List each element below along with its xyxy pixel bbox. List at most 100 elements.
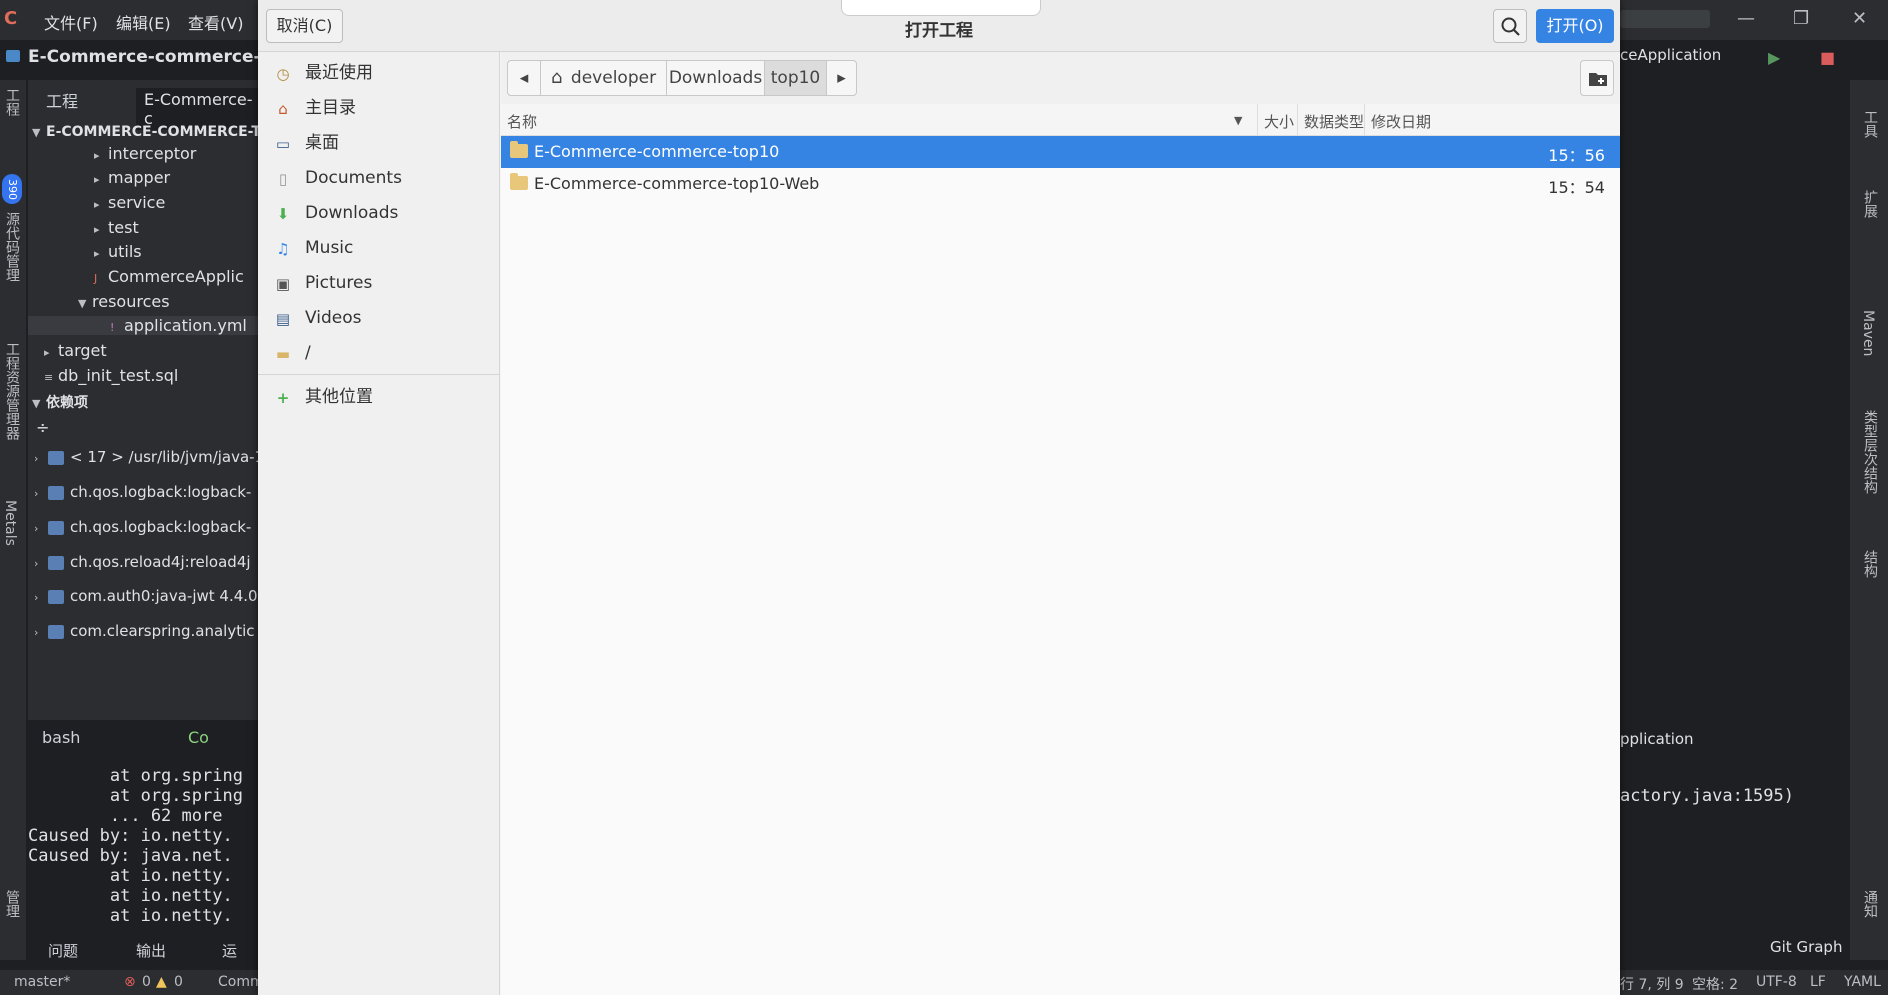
bottom-tab-problems[interactable]: 问题: [48, 940, 78, 961]
place-label: 最近使用: [305, 63, 373, 83]
path-segment-downloads[interactable]: Downloads: [666, 60, 765, 96]
minimize-icon[interactable]: —: [1737, 8, 1755, 29]
terminal-line: at org.spring: [28, 786, 243, 806]
menu-view[interactable]: 查看(V): [188, 10, 243, 34]
file-name: E-Commerce-commerce-top10: [534, 142, 780, 161]
warning-count[interactable]: 0: [174, 974, 183, 990]
strip-explorer[interactable]: 工程资源管理器: [2, 342, 22, 440]
bottom-tab-run[interactable]: 运: [222, 940, 237, 961]
place-desktop[interactable]: ▭ 桌面: [258, 126, 500, 161]
dep-item[interactable]: › com.auth0:java-jwt 4.4.0: [34, 587, 258, 605]
place-root[interactable]: ▬ /: [258, 336, 500, 371]
strip-structure[interactable]: 结构: [1860, 550, 1880, 578]
column-modified[interactable]: 修改日期: [1371, 111, 1431, 132]
document-icon: ▯: [278, 170, 288, 188]
dep-item[interactable]: › ch.qos.logback:logback-: [34, 518, 251, 536]
terminal-line: at io.netty.: [28, 906, 233, 926]
file-language[interactable]: YAML: [1844, 974, 1881, 990]
dep-item[interactable]: › com.clearspring.analytic: [34, 622, 255, 640]
strip-hierarchy[interactable]: 类型层次结构: [1860, 410, 1880, 494]
tool-tab-project[interactable]: 工程: [46, 88, 78, 112]
path-segment-developer[interactable]: ⌂ developer: [540, 60, 667, 96]
tree-item-mapper[interactable]: ▸ mapper: [94, 168, 170, 187]
search-field[interactable]: [1620, 10, 1710, 28]
dep-item[interactable]: › ch.qos.logback:logback-: [34, 483, 251, 501]
place-downloads[interactable]: ⬇ Downloads: [258, 196, 500, 231]
path-forward-button[interactable]: ▸: [826, 60, 857, 96]
column-name[interactable]: 名称: [507, 111, 537, 132]
places-sidebar: ◷ 最近使用 ⌂ 主目录 ▭ 桌面 ▯ Documents ⬇ Downloads ♫ Mu…: [258, 52, 500, 995]
sort-descending-icon[interactable]: ▼: [1234, 114, 1242, 127]
run-config-select[interactable]: ceApplication: [1620, 46, 1721, 64]
restore-icon[interactable]: ❐: [1793, 8, 1809, 29]
indent-spaces[interactable]: 空格: 2: [1692, 974, 1738, 994]
git-graph-button[interactable]: Git Graph: [1770, 938, 1842, 956]
tree-item-interceptor[interactable]: ▸ interceptor: [94, 144, 196, 163]
tree-item-target[interactable]: ▸ target: [44, 341, 107, 360]
place-home[interactable]: ⌂ 主目录: [258, 91, 500, 126]
strip-scm[interactable]: 源代码管理: [2, 212, 22, 282]
project-title-bar: E-Commerce-commerce-top1: [0, 44, 262, 74]
strip-notifications[interactable]: 通知: [1860, 890, 1880, 918]
cursor-position[interactable]: 行 7, 列 9: [1620, 974, 1684, 994]
strip-metals[interactable]: Metals: [2, 500, 18, 546]
tree-item-application-yml[interactable]: ! application.yml: [28, 316, 262, 335]
place-other-locations[interactable]: + 其他位置: [258, 380, 500, 415]
tree-root[interactable]: ▼ E-COMMERCE-COMMERCE-TOP: [32, 124, 262, 140]
menu-file[interactable]: 文件(F): [44, 10, 98, 34]
file-row[interactable]: E-Commerce-commerce-top10-Web 15：54: [501, 168, 1620, 200]
file-encoding[interactable]: UTF-8: [1756, 974, 1797, 990]
menu-edit[interactable]: 编辑(E): [116, 10, 171, 34]
column-divider: [1364, 104, 1365, 136]
open-button[interactable]: 打开(O): [1536, 9, 1614, 43]
collapse-icon[interactable]: ÷: [36, 418, 49, 437]
stop-icon[interactable]: ■: [1820, 48, 1835, 67]
path-back-button[interactable]: ◂: [507, 60, 541, 96]
column-divider: [1257, 104, 1258, 136]
strip-extensions[interactable]: 扩展: [1860, 190, 1880, 218]
tree-item-application-class[interactable]: J CommerceApplic: [94, 267, 244, 286]
drag-handle[interactable]: [841, 0, 1041, 16]
deps-header[interactable]: ▼ 依赖项: [32, 392, 88, 412]
tree-item-utils[interactable]: ▸ utils: [94, 242, 142, 261]
terminal-line: at io.netty.: [28, 866, 233, 886]
close-window-icon[interactable]: ✕: [1852, 8, 1867, 29]
place-videos[interactable]: ▤ Videos: [258, 301, 500, 336]
file-row[interactable]: E-Commerce-commerce-top10 15：56: [501, 136, 1620, 168]
right-tool-strip: 工具 扩展 Maven 类型层次结构 结构 通知: [1850, 80, 1888, 960]
dep-item[interactable]: › ch.qos.reload4j:reload4j: [34, 553, 251, 571]
terminal-tab-bash[interactable]: bash: [42, 728, 80, 747]
path-segment-top10[interactable]: top10: [764, 60, 827, 96]
place-label: Videos: [305, 308, 362, 328]
line-ending[interactable]: LF: [1810, 974, 1826, 990]
place-pictures[interactable]: ▣ Pictures: [258, 266, 500, 301]
bottom-tab-output[interactable]: 输出: [136, 940, 166, 961]
strip-maven[interactable]: Maven: [1860, 310, 1876, 356]
tree-item-test[interactable]: ▸ test: [94, 218, 139, 237]
project-title: E-Commerce-commerce-top1: [28, 47, 262, 67]
left-tool-strip: 工程 390 源代码管理 工程资源管理器 Metals 管理: [0, 80, 26, 960]
tree-item-sql[interactable]: ≡ db_init_test.sql: [44, 366, 178, 385]
tree-item-service[interactable]: ▸ service: [94, 193, 165, 212]
terminal-line: ... 62 more: [28, 806, 223, 826]
new-folder-button[interactable]: [1580, 60, 1614, 96]
path-bar: ◂ ⌂ developer Downloads top10 ▸: [501, 52, 1620, 104]
place-recent[interactable]: ◷ 最近使用: [258, 56, 500, 91]
library-icon: [48, 485, 64, 500]
dep-item[interactable]: › < 17 > /usr/lib/jvm/java-1: [34, 448, 262, 466]
column-type[interactable]: 数据类型: [1304, 111, 1364, 132]
open-project-dialog: 取消(C) 打开工程 打开(O) ◷ 最近使用 ⌂ 主目录 ▭ 桌面 ▯ Documen…: [258, 0, 1620, 995]
git-branch[interactable]: master*: [14, 974, 70, 990]
tree-item-resources[interactable]: ▼ resources: [78, 292, 170, 311]
search-button[interactable]: [1493, 9, 1527, 43]
error-count[interactable]: 0: [142, 974, 151, 990]
terminal-tab-console[interactable]: Co: [188, 728, 209, 747]
column-size[interactable]: 大小: [1264, 111, 1294, 132]
strip-project[interactable]: 工程: [2, 88, 22, 116]
status-comm[interactable]: Comm: [218, 974, 264, 990]
place-music[interactable]: ♫ Music: [258, 231, 500, 266]
strip-tools[interactable]: 工具: [1860, 110, 1880, 138]
strip-manage[interactable]: 管理: [2, 890, 22, 918]
run-icon[interactable]: ▶: [1768, 48, 1780, 67]
place-documents[interactable]: ▯ Documents: [258, 161, 500, 196]
